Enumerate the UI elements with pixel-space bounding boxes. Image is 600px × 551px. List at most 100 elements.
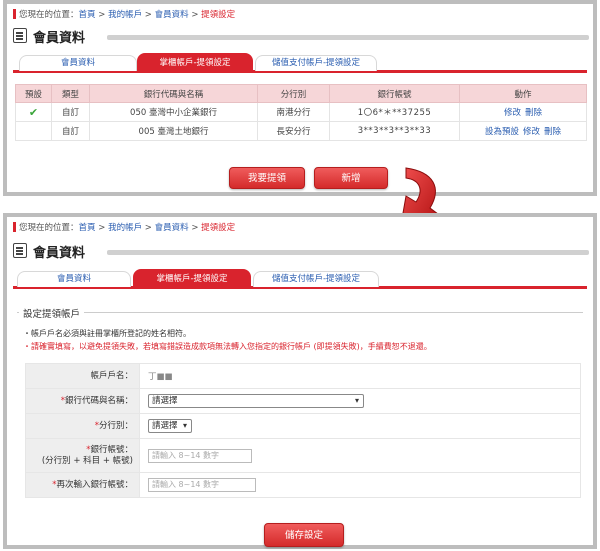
breadcrumb-current: 提領設定: [201, 10, 236, 20]
breadcrumb-marker: [13, 222, 16, 232]
account-name-label: 帳戶戶名：: [25, 363, 140, 389]
tab-wallet-withdraw[interactable]: 儲值支付帳戶-提領設定: [253, 271, 379, 287]
breadcrumb-my-account[interactable]: 我的帳戶: [108, 223, 142, 233]
account-cell: 3**3**3**3**33: [329, 121, 460, 141]
breadcrumb-separator: >: [142, 223, 155, 233]
account-no-confirm-cell: 請輸入 8~14 數字: [139, 472, 581, 498]
branch-label: 分行別：: [98, 420, 133, 431]
tab-bar: 會員資料 掌櫃帳戶-提領設定 儲值支付帳戶-提領設定: [13, 53, 587, 73]
page-header: 會員資料: [11, 241, 589, 261]
breadcrumb-member-info[interactable]: 會員資料: [155, 223, 189, 233]
tab-wallet-withdraw[interactable]: 儲值支付帳戶-提領設定: [255, 55, 377, 71]
account-no-confirm-label: 再次輸入銀行帳號：: [56, 479, 133, 490]
breadcrumb-separator: >: [188, 10, 202, 20]
branch-select[interactable]: 請選擇 ▾: [148, 419, 192, 433]
note-fee-warning: ・請確實填寫，以避免提領失敗，若填寫錯誤造成款項無法轉入您指定的銀行帳戶 (即提…: [23, 342, 432, 351]
bank-label: 銀行代碼與名稱：: [64, 395, 133, 406]
breadcrumb-home[interactable]: 首頁: [79, 10, 96, 20]
chevron-down-icon: ▾: [182, 421, 187, 430]
breadcrumb-prefix: 您現在的位置：: [19, 10, 79, 20]
actions-cell: 設為預設 修改 刪除: [459, 121, 587, 141]
type-cell: 自訂: [51, 102, 90, 122]
set-default-link[interactable]: 設為預設: [485, 127, 519, 137]
account-no-label-cell: *銀行帳號： (分行別 + 科目 + 帳號): [25, 438, 140, 473]
bank-select-value: 請選擇: [152, 396, 178, 406]
account-list-panel: 您現在的位置：首頁 > 我的帳戶 > 會員資料 > 提領設定 會員資料 會員資料…: [3, 0, 597, 196]
breadcrumb-marker: [13, 9, 16, 19]
type-cell: 自訂: [51, 121, 90, 141]
form-row: *再次輸入銀行帳號： 請輸入 8~14 數字: [25, 472, 581, 498]
form-row: *銀行代碼與名稱： 請選擇 ▾: [25, 388, 581, 414]
branch-cell: 請選擇 ▾: [139, 413, 581, 439]
col-type: 類型: [51, 84, 90, 103]
breadcrumb-my-account[interactable]: 我的帳戶: [108, 10, 142, 20]
account-cell: 1〇6*＊**37255: [329, 102, 460, 122]
bank-label-cell: *銀行代碼與名稱：: [25, 388, 140, 414]
delete-link[interactable]: 刪除: [525, 108, 542, 118]
table-header-row: 預設 類型 銀行代碼與名稱 分行別 銀行帳號 動作: [15, 84, 587, 103]
form-notes: ・帳戶戶名必須與註冊掌櫃所登記的姓名相符。 ・請確實填寫，以避免提領失敗，若填寫…: [23, 327, 432, 353]
default-cell: ✔: [15, 102, 52, 122]
breadcrumb-separator: >: [95, 223, 109, 233]
account-no-confirm-label-cell: *再次輸入銀行帳號：: [25, 472, 140, 498]
document-icon: [13, 243, 27, 258]
breadcrumb-prefix: 您現在的位置：: [19, 223, 79, 233]
account-no-sublabel: (分行別 + 科目 + 帳號): [41, 455, 133, 466]
delete-link[interactable]: 刪除: [544, 127, 561, 137]
form-row: *銀行帳號： (分行別 + 科目 + 帳號) 請輸入 8~14 數字: [25, 438, 581, 473]
section-title: 設定提領帳戶: [19, 306, 85, 320]
breadcrumb: 您現在的位置：首頁 > 我的帳戶 > 會員資料 > 提領設定: [13, 221, 235, 233]
note-name-match: ・帳戶戶名必須與註冊掌櫃所登記的姓名相符。: [23, 329, 191, 338]
breadcrumb-home[interactable]: 首頁: [79, 223, 96, 233]
save-settings-button[interactable]: 儲存設定: [264, 523, 344, 547]
form-section-border: [17, 312, 583, 313]
bank-select[interactable]: 請選擇 ▾: [148, 394, 364, 408]
bank-account-table: 預設 類型 銀行代碼與名稱 分行別 銀行帳號 動作 ✔ 自訂 050 臺灣中小企…: [15, 84, 587, 141]
breadcrumb: 您現在的位置：首頁 > 我的帳戶 > 會員資料 > 提領設定: [13, 8, 235, 20]
tab-shop-withdraw[interactable]: 掌櫃帳戶-提領設定: [137, 53, 253, 71]
branch-select-value: 請選擇: [152, 421, 178, 431]
col-account: 銀行帳號: [329, 84, 460, 103]
edit-link[interactable]: 修改: [523, 127, 540, 137]
title-divider: [107, 35, 589, 40]
account-name-value: 丁■■: [148, 372, 173, 382]
withdraw-account-form: 帳戶戶名： 丁■■ *銀行代碼與名稱： 請選擇 ▾ *分行別： 請選擇 ▾ *銀行帳…: [25, 363, 581, 498]
table-row: 自訂 005 臺灣土地銀行 長安分行 3**3**3**3**33 設為預設 修改…: [15, 121, 587, 141]
breadcrumb-member-info[interactable]: 會員資料: [155, 10, 189, 20]
bank-cell: 005 臺灣土地銀行: [89, 121, 258, 141]
actions-cell: 修改 刪除: [459, 102, 587, 122]
branch-cell: 長安分行: [257, 121, 330, 141]
breadcrumb-separator: >: [95, 10, 109, 20]
checkmark-icon: ✔: [28, 105, 39, 119]
edit-link[interactable]: 修改: [504, 108, 521, 118]
withdraw-settings-panel: 您現在的位置：首頁 > 我的帳戶 > 會員資料 > 提領設定 會員資料 會員資料…: [3, 213, 597, 549]
branch-cell: 南港分行: [257, 102, 330, 122]
tab-bar: 會員資料 掌櫃帳戶-提領設定 儲值支付帳戶-提領設定: [13, 269, 587, 289]
breadcrumb-current: 提領設定: [201, 223, 236, 233]
tab-member-info[interactable]: 會員資料: [19, 55, 137, 71]
breadcrumb-separator: >: [142, 10, 155, 20]
form-row: 帳戶戶名： 丁■■: [25, 363, 581, 389]
tab-member-info[interactable]: 會員資料: [17, 271, 131, 287]
col-branch: 分行別: [257, 84, 330, 103]
title-divider: [107, 250, 589, 255]
account-no-label: 銀行帳號：: [90, 444, 133, 455]
bank-cell: 050 臺灣中小企業銀行: [89, 102, 258, 122]
form-row: *分行別： 請選擇 ▾: [25, 413, 581, 439]
default-cell: [15, 121, 52, 141]
branch-label-cell: *分行別：: [25, 413, 140, 439]
page-title: 會員資料: [33, 31, 86, 46]
tab-shop-withdraw[interactable]: 掌櫃帳戶-提領設定: [133, 269, 251, 287]
bank-cell: 請選擇 ▾: [139, 388, 581, 414]
page-header: 會員資料: [11, 26, 589, 46]
col-bank: 銀行代碼與名稱: [89, 84, 258, 103]
withdraw-button[interactable]: 我要提領: [229, 167, 305, 189]
account-no-cell: 請輸入 8~14 數字: [139, 438, 581, 473]
col-actions: 動作: [459, 84, 587, 103]
account-no-input[interactable]: 請輸入 8~14 數字: [148, 448, 252, 463]
account-name-cell: 丁■■: [139, 363, 581, 389]
page-title: 會員資料: [33, 246, 86, 261]
add-button[interactable]: 新增: [314, 167, 388, 189]
account-no-confirm-input[interactable]: 請輸入 8~14 數字: [148, 478, 256, 492]
table-row: ✔ 自訂 050 臺灣中小企業銀行 南港分行 1〇6*＊**37255 修改 刪除: [15, 102, 587, 122]
